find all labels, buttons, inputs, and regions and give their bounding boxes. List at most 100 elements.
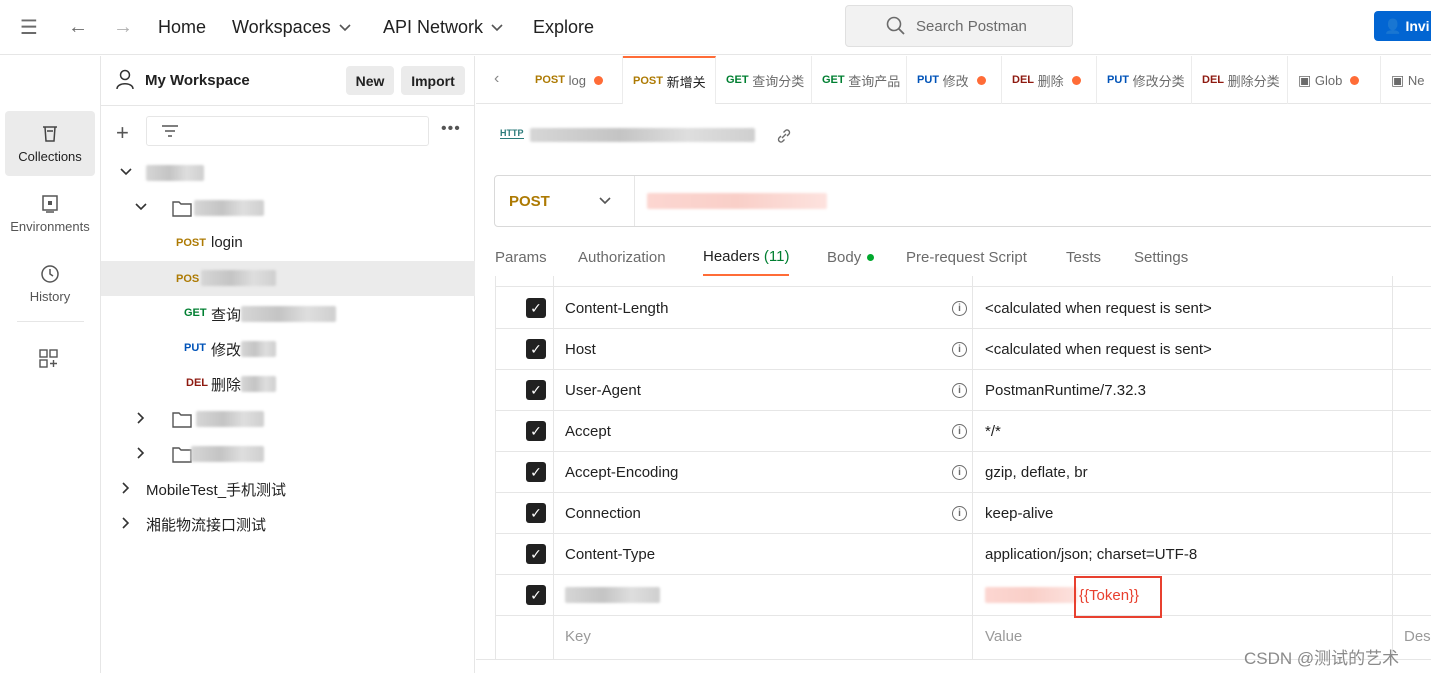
filter-input[interactable] xyxy=(146,116,429,146)
folder-row-collapsed[interactable] xyxy=(101,436,475,471)
checkbox-checked[interactable]: ✓ xyxy=(526,380,546,400)
nav-home[interactable]: Home xyxy=(158,0,206,55)
checkbox-checked[interactable]: ✓ xyxy=(526,421,546,441)
chevron-down-icon xyxy=(491,23,503,31)
tab-del-category[interactable]: DEL 删除分类 xyxy=(1192,56,1288,104)
workspace-name: My Workspace xyxy=(145,72,250,89)
tab-label: Pre-request Script xyxy=(906,248,1027,266)
checkbox-checked[interactable]: ✓ xyxy=(526,585,546,605)
search-icon xyxy=(886,16,905,35)
filter-icon xyxy=(162,125,178,137)
tab-params[interactable]: Params xyxy=(495,238,547,276)
checkbox-checked[interactable]: ✓ xyxy=(526,462,546,482)
checkbox-checked[interactable]: ✓ xyxy=(526,298,546,318)
tab-get-query[interactable]: GET 查询分类 xyxy=(716,56,812,104)
nav-workspaces[interactable]: Workspaces xyxy=(232,0,351,55)
folder-row[interactable] xyxy=(101,190,475,225)
method-badge: DEL xyxy=(1202,74,1224,86)
rail-history[interactable]: History xyxy=(5,251,95,316)
nav-api-network[interactable]: API Network xyxy=(383,0,503,55)
highlight-annotation-box xyxy=(1074,576,1162,618)
request-row-selected[interactable]: POS xyxy=(101,261,475,296)
redacted-collection-name xyxy=(146,165,204,181)
chevron-right-icon xyxy=(122,482,130,494)
tab-prerequest[interactable]: Pre-request Script xyxy=(906,238,1027,276)
chevron-left-icon[interactable]: ‹ xyxy=(494,70,499,88)
rail-collections[interactable]: Collections xyxy=(5,111,95,176)
tab-new[interactable]: ▣ Ne xyxy=(1381,56,1431,104)
import-button[interactable]: Import xyxy=(401,66,465,95)
redacted-request-name xyxy=(241,341,276,357)
invite-label: Invi xyxy=(1405,18,1430,34)
new-button[interactable]: New xyxy=(346,66,394,95)
request-row-put[interactable]: PUT 修改 xyxy=(101,331,475,366)
key-placeholder[interactable]: Key xyxy=(565,616,591,657)
add-apps-icon[interactable] xyxy=(38,348,62,372)
method-badge: DEL xyxy=(186,377,208,389)
link-icon[interactable] xyxy=(776,128,792,144)
environment-icon xyxy=(42,194,58,213)
more-options-icon[interactable]: ••• xyxy=(441,120,461,138)
tab-post-log[interactable]: POST log xyxy=(525,56,623,104)
info-icon[interactable]: i xyxy=(952,383,967,398)
info-icon[interactable]: i xyxy=(952,506,967,521)
request-row-del[interactable]: DEL 删除 xyxy=(101,366,475,401)
header-value: <calculated when request is sent> xyxy=(985,300,1212,317)
checkbox-checked[interactable]: ✓ xyxy=(526,339,546,359)
top-bar: ☰ ← → Home Workspaces API Network Explor… xyxy=(0,0,1431,55)
tab-globals[interactable]: ▣ Glob xyxy=(1288,56,1381,104)
info-icon[interactable]: i xyxy=(952,301,967,316)
search-bar[interactable]: Search Postman xyxy=(845,5,1073,47)
invite-button[interactable]: 👤 Invi xyxy=(1374,11,1431,41)
folder-row-collapsed[interactable] xyxy=(101,401,475,436)
value-placeholder[interactable]: Value xyxy=(985,616,1022,657)
tab-body[interactable]: Body xyxy=(827,238,875,276)
info-icon[interactable]: i xyxy=(952,465,967,480)
arrow-right-icon[interactable]: → xyxy=(107,12,139,42)
redacted-header-value[interactable] xyxy=(985,587,1077,603)
method-badge: GET xyxy=(184,307,207,319)
folder-icon xyxy=(172,201,192,217)
checkbox-checked[interactable]: ✓ xyxy=(526,503,546,523)
rail-environments-label: Environments xyxy=(10,218,90,234)
tab-settings[interactable]: Settings xyxy=(1134,238,1188,276)
collection-row-mobiletest[interactable]: MobileTest_手机测试 xyxy=(101,471,475,506)
redacted-request-title xyxy=(530,128,755,142)
collection-row-logistics[interactable]: 湘能物流接口测试 xyxy=(101,506,475,541)
header-value: */* xyxy=(985,423,1001,440)
info-icon[interactable]: i xyxy=(952,424,967,439)
tab-authorization[interactable]: Authorization xyxy=(578,238,666,276)
tab-put-edit-category[interactable]: PUT 修改分类 xyxy=(1097,56,1192,104)
tab-get-product[interactable]: GET 查询产品 xyxy=(812,56,907,104)
unsaved-dot xyxy=(1071,75,1081,85)
method-select[interactable]: POST xyxy=(495,176,635,226)
plus-icon[interactable]: + xyxy=(116,120,129,146)
nav-explore[interactable]: Explore xyxy=(533,0,594,55)
table-row-partial xyxy=(496,276,1431,287)
rail-environments[interactable]: Environments xyxy=(5,181,95,246)
info-icon[interactable]: i xyxy=(952,342,967,357)
description-placeholder[interactable]: Des xyxy=(1404,616,1431,657)
tab-put-edit[interactable]: PUT 修改 xyxy=(907,56,1002,104)
redacted-url-input[interactable] xyxy=(647,193,827,209)
tab-tests[interactable]: Tests xyxy=(1066,238,1101,276)
folder-icon xyxy=(172,412,192,428)
environment-icon: ▣ xyxy=(1391,71,1405,88)
tab-post-new[interactable]: POST 新增关 xyxy=(623,56,716,104)
unsaved-dot xyxy=(976,75,986,85)
arrow-left-icon[interactable]: ← xyxy=(62,12,94,42)
rail-collections-label: Collections xyxy=(18,148,82,164)
collections-icon xyxy=(43,125,57,142)
nav-workspaces-label: Workspaces xyxy=(232,17,331,37)
hamburger-icon[interactable]: ☰ xyxy=(13,12,45,42)
request-row-get[interactable]: GET 查询 xyxy=(101,296,475,331)
tab-label: Tests xyxy=(1066,248,1102,266)
redacted-header-key[interactable] xyxy=(565,587,660,603)
header-key: Content-Type xyxy=(565,546,656,563)
tab-del-delete[interactable]: DEL 删除 xyxy=(1002,56,1097,104)
checkbox-checked[interactable]: ✓ xyxy=(526,544,546,564)
request-row-login[interactable]: POST login xyxy=(101,226,475,261)
tab-headers[interactable]: Headers (11) xyxy=(703,238,790,276)
collection-row[interactable] xyxy=(101,155,475,190)
tab-label: Ne xyxy=(1407,72,1425,88)
